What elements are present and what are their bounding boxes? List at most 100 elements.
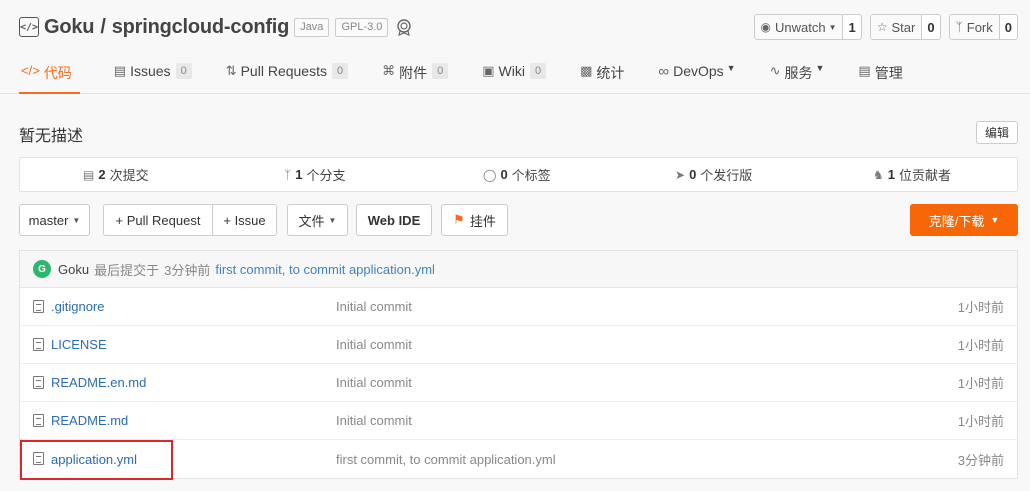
file-name-link[interactable]: README.en.md xyxy=(51,375,146,390)
fork-count[interactable]: 0 xyxy=(1000,15,1017,39)
file-name-link[interactable]: .gitignore xyxy=(51,299,104,314)
file-name-link[interactable]: application.yml xyxy=(51,452,137,467)
pendant-button[interactable]: ⚑ 挂件 xyxy=(441,204,508,236)
chevron-down-icon: ▼ xyxy=(328,215,337,225)
language-tag[interactable]: Java xyxy=(294,17,330,37)
tab-pull-requests[interactable]: ⇅ Pull Requests 0 xyxy=(226,56,349,94)
stat-releases-label: 个发行版 xyxy=(700,168,753,183)
attachment-icon: ⌘ xyxy=(382,63,396,78)
repo-title: </> Goku / springcloud-config Java GPL-3… xyxy=(19,12,414,42)
file-list: G Goku 最后提交于 3分钟前 first commit, to commi… xyxy=(19,250,1018,480)
tab-wiki-label: Wiki xyxy=(498,63,525,79)
tab-manage[interactable]: ▤ 管理 xyxy=(858,56,902,94)
file-commit-message[interactable]: Initial commit xyxy=(336,337,412,352)
branch-select-label: master xyxy=(28,212,69,228)
repo-separator: / xyxy=(100,15,106,38)
tab-manage-label: 管理 xyxy=(874,65,903,81)
file-name-link[interactable]: README.md xyxy=(51,413,128,428)
web-ide-button[interactable]: Web IDE xyxy=(356,204,432,236)
stat-tags[interactable]: ◯ 0 个标签 xyxy=(483,158,551,191)
file-commit-message[interactable]: Initial commit xyxy=(336,413,412,428)
branch-select[interactable]: master ▼ xyxy=(19,204,90,236)
repo-header: </> Goku / springcloud-config Java GPL-3… xyxy=(0,0,1030,94)
last-commit-bar: G Goku 最后提交于 3分钟前 first commit, to commi… xyxy=(20,251,1017,288)
tab-code[interactable]: </> 代码 xyxy=(19,56,80,94)
file-commit-time: 1小时前 xyxy=(957,338,1004,353)
wiki-icon: ▣ xyxy=(482,63,495,78)
star-button[interactable]: ☆ Star 0 xyxy=(869,14,941,40)
tab-pull-requests-label: Pull Requests xyxy=(240,63,327,79)
chevron-down-icon: ▼ xyxy=(726,63,736,73)
repo-stats: ▤ 2 次提交 ᛉ 1 个分支 ◯ 0 个标签 ➤ 0 个发行版 ♞ 1 位贡献… xyxy=(19,157,1018,192)
avatar[interactable]: G xyxy=(33,260,51,278)
file-row[interactable]: LICENSE Initial commit 1小时前 xyxy=(20,326,1017,364)
new-issue-button[interactable]: + Issue xyxy=(212,204,277,236)
stat-contributors-label: 位贡献者 xyxy=(899,168,952,183)
edit-description-button[interactable]: 编辑 xyxy=(976,121,1018,144)
recommend-badge-icon[interactable] xyxy=(394,17,414,37)
tab-devops-label: DevOps xyxy=(673,63,724,79)
chevron-down-icon: ▼ xyxy=(990,215,1000,225)
file-icon xyxy=(33,414,44,427)
fork-label-wrap[interactable]: ᛉ Fork xyxy=(949,15,1000,39)
repo-toolbar: master ▼ + Pull Request + Issue 文件 ▼ Web… xyxy=(19,204,1018,236)
fork-label: Fork xyxy=(966,19,993,35)
tab-wiki[interactable]: ▣ Wiki 0 xyxy=(482,56,547,94)
repo-owner-link[interactable]: Goku xyxy=(44,16,95,39)
stat-commits-num: 2 xyxy=(98,167,106,182)
stat-tags-label: 个标签 xyxy=(511,168,551,183)
file-commit-time: 1小时前 xyxy=(957,414,1004,429)
stat-contributors[interactable]: ♞ 1 位贡献者 xyxy=(873,158,951,191)
issues-icon: ▤ xyxy=(113,63,127,78)
commit-message-link[interactable]: first commit, to commit application.yml xyxy=(215,262,435,277)
files-menu-label: 文件 xyxy=(298,213,325,229)
new-pull-request-button[interactable]: + Pull Request xyxy=(103,204,213,236)
file-commit-message[interactable]: Initial commit xyxy=(336,375,412,390)
manage-icon: ▤ xyxy=(858,63,871,78)
bookmark-icon: ⚑ xyxy=(453,212,465,227)
repo-name-link[interactable]: springcloud-config xyxy=(112,16,290,39)
fork-button[interactable]: ᛉ Fork 0 xyxy=(948,14,1018,40)
tab-wiki-count: 0 xyxy=(529,63,547,79)
watch-count[interactable]: 1 xyxy=(843,15,860,39)
branch-icon: ᛉ xyxy=(284,167,292,182)
contributor-icon: ♞ xyxy=(873,167,884,182)
clone-download-button[interactable]: 克隆/下载 ▼ xyxy=(910,204,1018,236)
repo-actions: ◉ Unwatch ▼ 1 ☆ Star 0 ᛉ Fork 0 xyxy=(746,14,1018,40)
file-row[interactable]: .gitignore Initial commit 1小时前 xyxy=(20,288,1017,326)
file-name-link[interactable]: LICENSE xyxy=(51,337,107,352)
file-row[interactable]: application.yml first commit, to commit … xyxy=(20,440,1017,480)
pendant-label: 挂件 xyxy=(469,213,496,229)
tab-statistics-label: 统计 xyxy=(596,65,625,81)
stat-commits[interactable]: ▤ 2 次提交 xyxy=(83,158,149,191)
commit-author[interactable]: Goku xyxy=(58,262,89,277)
stat-contributors-num: 1 xyxy=(887,167,895,182)
star-icon: ☆ xyxy=(876,20,888,34)
license-tag[interactable]: GPL-3.0 xyxy=(335,17,389,37)
stat-branches[interactable]: ᛉ 1 个分支 xyxy=(284,158,345,191)
tab-devops[interactable]: ∞ DevOps ▼ xyxy=(658,56,735,94)
unwatch-button[interactable]: ◉ Unwatch ▼ 1 xyxy=(753,14,862,40)
star-label: Star xyxy=(891,19,916,35)
file-commit-time: 1小时前 xyxy=(957,300,1004,315)
files-menu-button[interactable]: 文件 ▼ xyxy=(287,204,348,236)
file-icon xyxy=(33,376,44,389)
tab-issues-count: 0 xyxy=(175,63,192,79)
tab-service[interactable]: ∿ 服务 ▼ xyxy=(770,56,825,94)
tab-attachments-label: 附件 xyxy=(399,65,428,81)
file-commit-message[interactable]: first commit, to commit application.yml xyxy=(336,452,556,467)
file-commit-message[interactable]: Initial commit xyxy=(336,299,412,314)
star-count[interactable]: 0 xyxy=(922,15,939,39)
tab-attachments[interactable]: ⌘ 附件 0 xyxy=(382,56,449,94)
unwatch-label-wrap[interactable]: ◉ Unwatch ▼ xyxy=(754,15,844,39)
tab-statistics[interactable]: ▩ 统计 xyxy=(580,56,624,94)
file-row[interactable]: README.en.md Initial commit 1小时前 xyxy=(20,364,1017,402)
commit-time: 3分钟前 xyxy=(164,262,211,278)
star-label-wrap[interactable]: ☆ Star xyxy=(870,15,923,39)
chevron-down-icon: ▼ xyxy=(815,63,825,73)
tab-issues[interactable]: ▤ Issues 0 xyxy=(114,56,192,94)
file-row[interactable]: README.md Initial commit 1小时前 xyxy=(20,402,1017,440)
file-icon xyxy=(33,338,44,351)
tab-attachments-count: 0 xyxy=(432,63,449,79)
stat-releases[interactable]: ➤ 0 个发行版 xyxy=(675,158,752,191)
